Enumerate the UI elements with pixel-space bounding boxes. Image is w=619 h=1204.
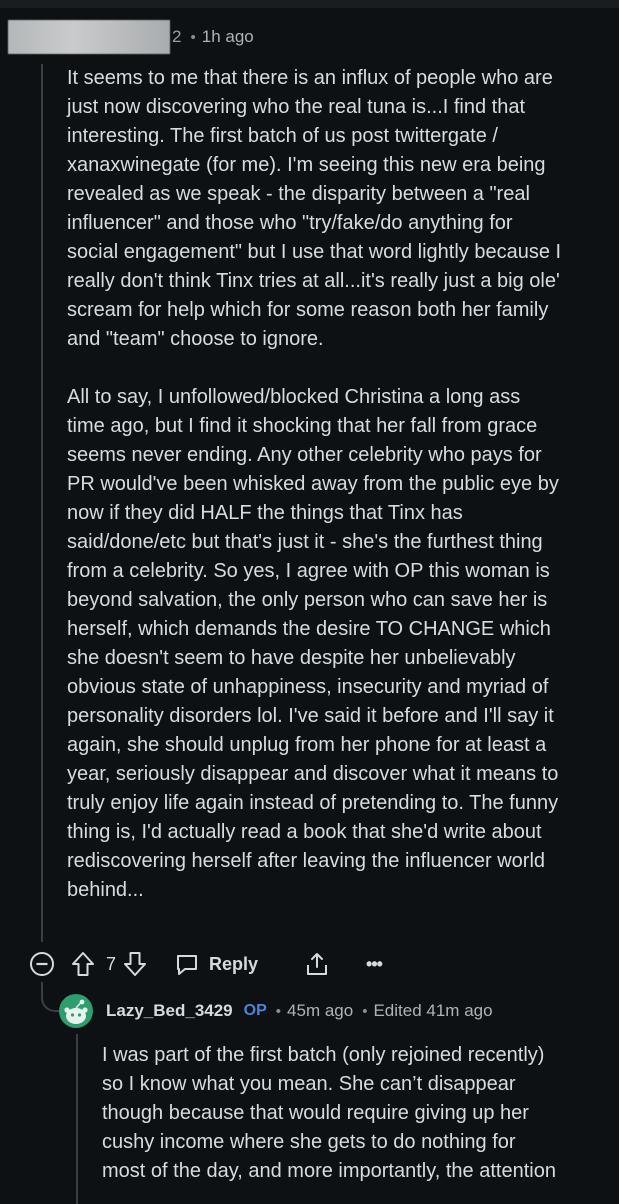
reply-thread-line[interactable] <box>76 1034 78 1204</box>
share-icon[interactable] <box>304 950 330 978</box>
snoo-avatar-icon[interactable] <box>58 993 94 1029</box>
separator-dot: • <box>190 28 196 46</box>
redacted-username[interactable] <box>8 20 170 54</box>
reply-paragraph: I was part of the first batch (only rejo… <box>102 1044 556 1182</box>
reply-label: Reply <box>209 953 259 974</box>
separator-dot: • <box>362 1002 368 1020</box>
comment-body: It seems to me that there is an influx o… <box>67 64 619 905</box>
comment-timestamp: 1h ago <box>201 27 254 46</box>
reply-connector <box>41 982 59 1012</box>
op-badge: OP <box>243 1002 267 1019</box>
reply-header: Lazy_Bed_3429 OP • 45m ago • Edited 41m … <box>58 992 493 1030</box>
username-fragment[interactable]: 2 <box>172 27 181 47</box>
reply-button[interactable]: Reply <box>174 951 258 977</box>
thread-line[interactable] <box>41 64 43 942</box>
comment-paragraph-1: It seems to me that there is an influx o… <box>67 67 562 350</box>
upvote-icon[interactable] <box>70 950 96 978</box>
downvote-icon[interactable] <box>122 950 148 978</box>
top-edge <box>0 0 619 8</box>
ellipsis-icon[interactable]: ••• <box>366 954 383 975</box>
comment-action-bar: 7 Reply ••• <box>28 946 383 982</box>
speech-bubble-icon <box>174 951 200 977</box>
separator-dot: • <box>275 1002 282 1020</box>
comment-header: 2 • 1h ago <box>8 20 254 54</box>
reply-body: I was part of the first batch (only rejo… <box>102 1041 619 1186</box>
comment-paragraph-2: All to say, I unfollowed/blocked Christi… <box>67 386 559 901</box>
collapse-icon[interactable] <box>28 950 56 978</box>
reply-timestamp: 45m ago <box>287 1001 354 1020</box>
reply-username[interactable]: Lazy_Bed_3429 <box>106 1001 233 1021</box>
vote-count: 7 <box>106 953 117 974</box>
edited-label: Edited 41m ago <box>373 1001 493 1020</box>
